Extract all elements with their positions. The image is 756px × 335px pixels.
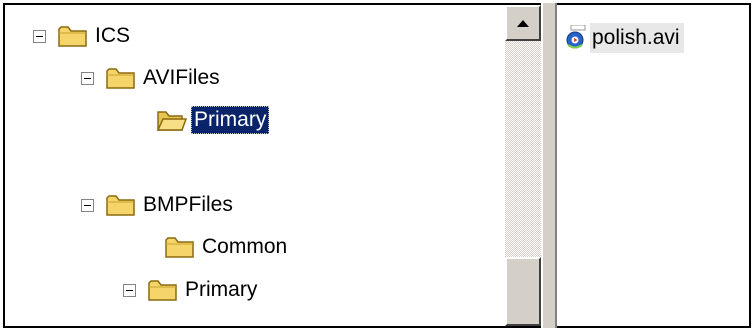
file-item-polish-avi[interactable]: polish.avi xyxy=(565,23,684,53)
tree-node-label: Primary xyxy=(185,278,258,301)
scroll-thumb[interactable] xyxy=(505,257,541,326)
file-list-pane[interactable]: polish.avi xyxy=(557,3,751,328)
vertical-scrollbar[interactable] xyxy=(505,3,541,328)
folder-open-icon xyxy=(157,111,187,131)
arrow-up-icon xyxy=(517,19,529,27)
tree-node-label: Common xyxy=(202,235,288,258)
file-item-label: polish.avi xyxy=(590,23,684,53)
collapse-toggle[interactable] xyxy=(81,71,94,85)
folder-tree-pane[interactable]: ICS AVIFiles Primary BMPFiles Common Pri… xyxy=(3,3,505,328)
collapse-toggle[interactable] xyxy=(33,29,46,43)
folder-icon xyxy=(106,195,135,216)
tree-node-bmpfiles[interactable]: BMPFiles xyxy=(81,188,236,222)
tree-node-label: ICS xyxy=(95,24,131,47)
video-file-icon xyxy=(566,25,586,49)
tree-node-common[interactable]: Common xyxy=(165,230,290,264)
tree-node-label: AVIFiles xyxy=(143,66,220,89)
folder-icon xyxy=(165,237,194,258)
tree-node-avifiles-primary[interactable]: Primary xyxy=(157,103,270,137)
tree-node-label: Primary xyxy=(191,106,270,134)
tree-node-label: BMPFiles xyxy=(143,193,233,216)
collapse-toggle[interactable] xyxy=(123,283,136,297)
folder-icon xyxy=(106,68,135,89)
collapse-toggle[interactable] xyxy=(81,198,94,212)
folder-icon xyxy=(58,26,87,47)
pane-splitter[interactable] xyxy=(541,3,557,328)
tree-node-bmpfiles-primary[interactable]: Primary xyxy=(123,273,260,307)
tree-node-ics[interactable]: ICS xyxy=(33,19,133,53)
tree-node-avifiles[interactable]: AVIFiles xyxy=(81,61,223,95)
scroll-up-button[interactable] xyxy=(505,5,541,41)
folder-icon xyxy=(148,280,177,301)
